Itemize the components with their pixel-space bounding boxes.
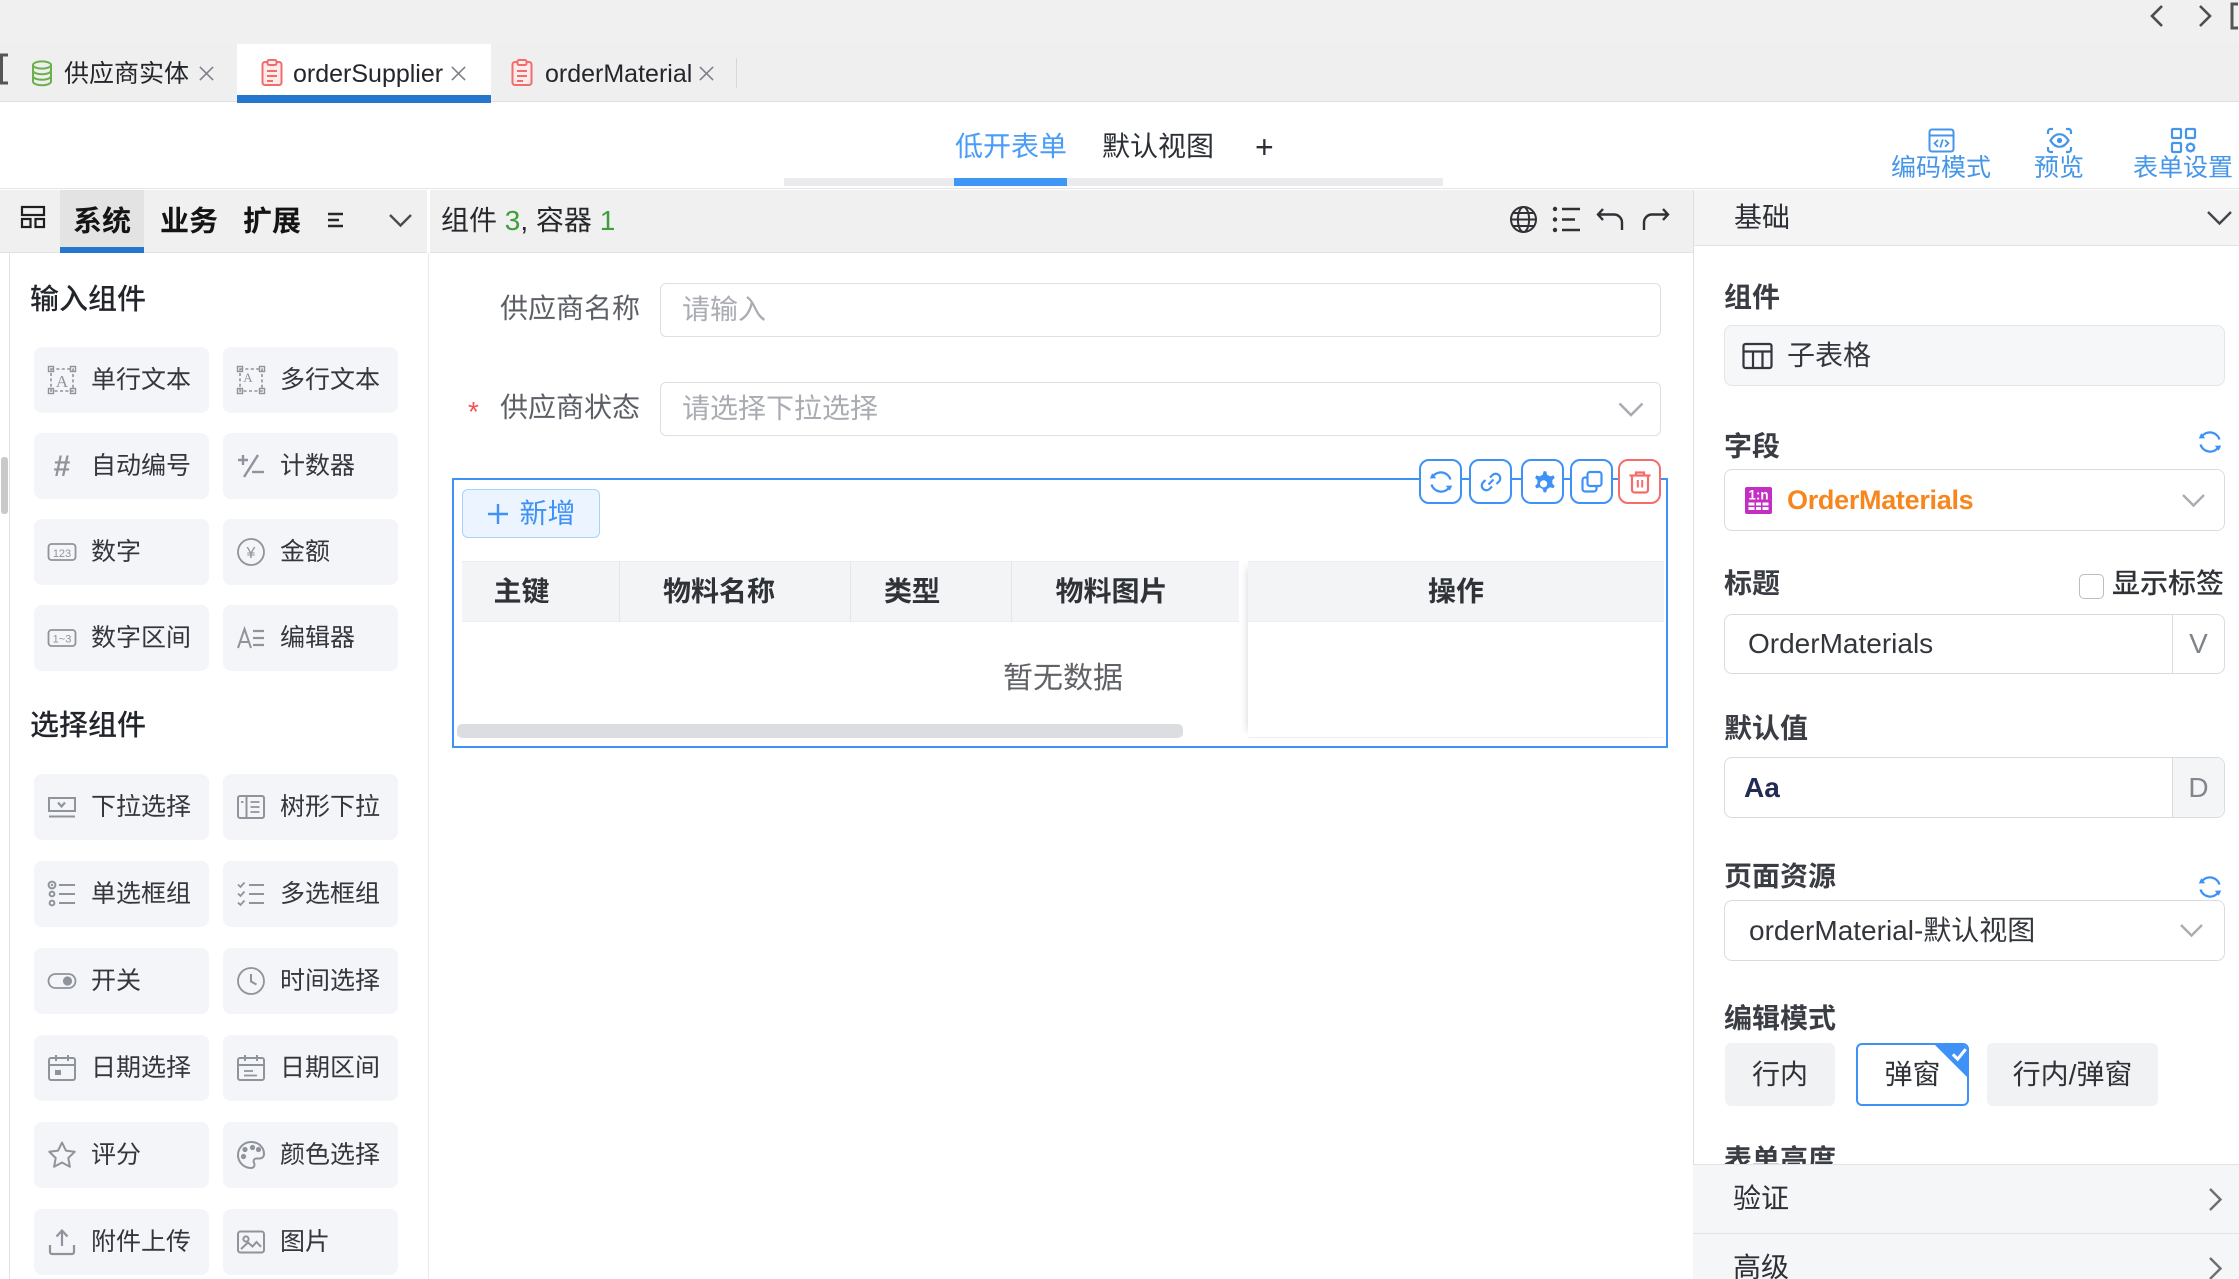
svg-text:1:n: 1:n xyxy=(1748,487,1768,502)
svg-text:123: 123 xyxy=(53,548,71,560)
svg-text:A: A xyxy=(56,372,69,391)
svg-text:¥: ¥ xyxy=(246,545,256,562)
svg-text:A: A xyxy=(243,370,253,385)
svg-text:1~3: 1~3 xyxy=(53,634,72,646)
svg-text:#: # xyxy=(54,451,71,481)
